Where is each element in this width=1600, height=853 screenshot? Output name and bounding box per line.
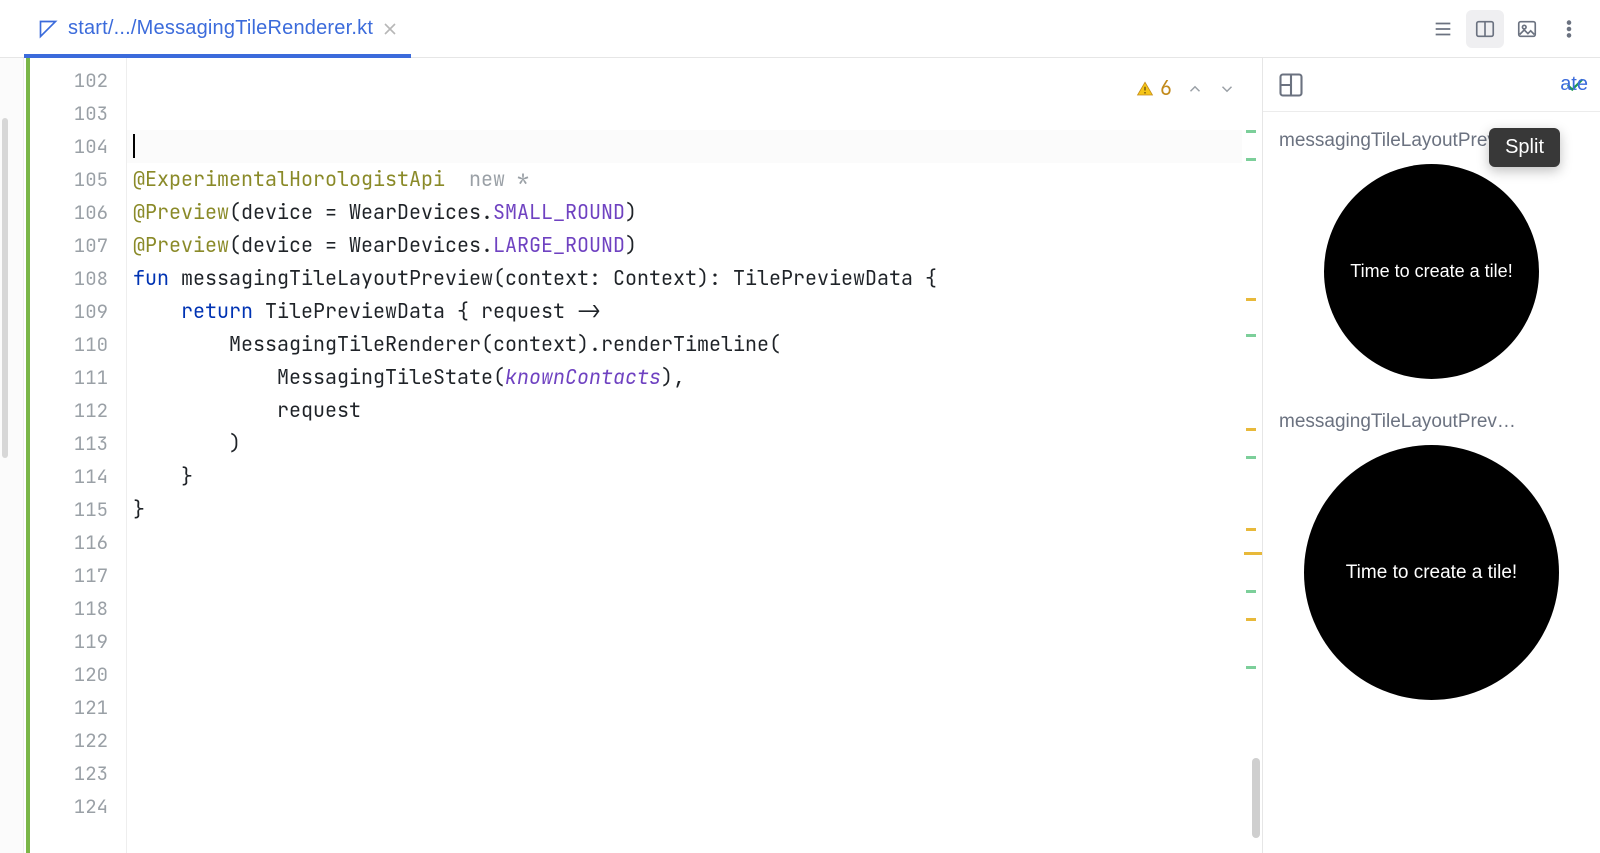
left-toolwindow-stripe <box>0 58 24 853</box>
kotlin-file-icon <box>38 19 58 39</box>
code-line[interactable] <box>127 130 1262 163</box>
preview-status-text-truncated: ate <box>1560 73 1588 96</box>
code-line[interactable]: @ExperimentalHorologistApi new * <box>127 163 1262 196</box>
code-line[interactable] <box>127 64 1262 97</box>
preview-item[interactable]: messagingTileLayoutPrev... Time to creat… <box>1279 130 1584 379</box>
line-numbers: 102 103 104 105 106 107 108 109 110 111 … <box>30 58 126 853</box>
code-line[interactable]: request <box>127 394 1262 427</box>
file-tab-title: start/.../MessagingTileRenderer.kt <box>68 17 373 40</box>
tooltip-split: Split <box>1489 128 1560 167</box>
preview-tile-text: Time to create a tile! <box>1346 562 1517 584</box>
toolwindow-scrollbar-thumb[interactable] <box>2 118 8 458</box>
code-line[interactable]: } <box>127 493 1262 526</box>
preview-tile-text: Time to create a tile! <box>1350 261 1512 282</box>
code-area[interactable]: 6 @ExperimentalHorologistApi new * @Prev… <box>126 58 1262 853</box>
view-mode-code-icon[interactable] <box>1424 10 1462 48</box>
close-tab-icon[interactable] <box>383 22 397 36</box>
code-line[interactable]: MessagingTileState(knownContacts), <box>127 361 1262 394</box>
code-line[interactable] <box>127 658 1262 691</box>
view-mode-design-icon[interactable] <box>1508 10 1546 48</box>
wear-preview-large-round[interactable]: Time to create a tile! <box>1304 445 1559 700</box>
ide-body: 102 103 104 105 106 107 108 109 110 111 … <box>0 58 1600 853</box>
code-line[interactable]: @Preview(device = WearDevices.LARGE_ROUN… <box>127 229 1262 262</box>
editor-tabbar: start/.../MessagingTileRenderer.kt <box>0 0 1600 58</box>
code-editor[interactable]: 102 103 104 105 106 107 108 109 110 111 … <box>24 58 1262 853</box>
code-line[interactable] <box>127 526 1262 559</box>
code-line[interactable]: @Preview(device = WearDevices.SMALL_ROUN… <box>127 196 1262 229</box>
code-line[interactable] <box>127 790 1262 823</box>
wear-preview-small-round[interactable]: Time to create a tile! <box>1324 164 1539 379</box>
preview-layout-icon[interactable] <box>1277 71 1305 99</box>
error-stripe[interactable] <box>1242 58 1262 853</box>
code-line[interactable] <box>127 592 1262 625</box>
code-line[interactable] <box>127 724 1262 757</box>
code-line[interactable] <box>127 559 1262 592</box>
preview-body[interactable]: messagingTileLayoutPrev... Time to creat… <box>1263 112 1600 853</box>
code-line[interactable]: } <box>127 460 1262 493</box>
ide-root: start/.../MessagingTileRenderer.kt <box>0 0 1600 853</box>
code-line[interactable]: MessagingTileRenderer(context).renderTim… <box>127 328 1262 361</box>
tabbar-toolbar <box>1424 10 1588 48</box>
code-line[interactable] <box>127 757 1262 790</box>
code-line[interactable] <box>127 691 1262 724</box>
preview-panel: ate messagingTileLayoutPrev... Time to c… <box>1262 58 1600 853</box>
preview-toolbar: ate <box>1263 58 1600 112</box>
editor-scrollbar-thumb[interactable] <box>1252 758 1260 838</box>
code-line[interactable] <box>127 625 1262 658</box>
code-line[interactable] <box>127 97 1262 130</box>
preview-item-label: messagingTileLayoutPreview <box>1279 411 1519 433</box>
code-line[interactable]: return TilePreviewData { request -> <box>127 295 1262 328</box>
file-tab[interactable]: start/.../MessagingTileRenderer.kt <box>24 0 411 57</box>
view-mode-split-icon[interactable] <box>1466 10 1504 48</box>
more-icon[interactable] <box>1550 10 1588 48</box>
preview-item[interactable]: messagingTileLayoutPreview Time to creat… <box>1279 411 1584 700</box>
preview-item-label: messagingTileLayoutPrev... <box>1279 130 1519 152</box>
editor-gutter: 102 103 104 105 106 107 108 109 110 111 … <box>24 58 126 853</box>
code-line[interactable]: ) <box>127 427 1262 460</box>
code-line[interactable]: fun messagingTileLayoutPreview(context: … <box>127 262 1262 295</box>
